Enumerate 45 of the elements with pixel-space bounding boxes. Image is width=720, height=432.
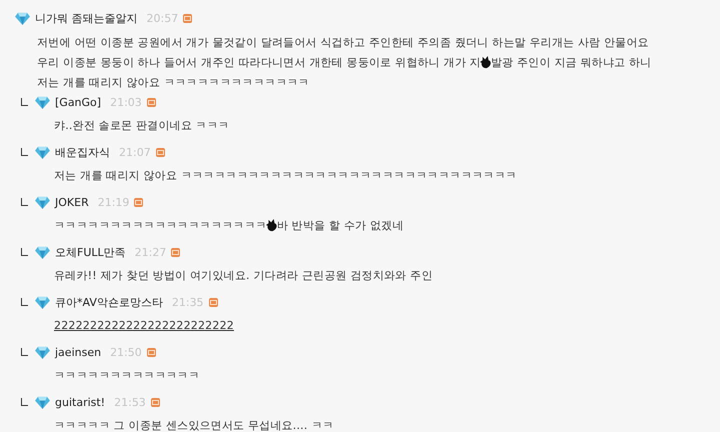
comment-text: 캬..완전 솔로몬 판결이네요 ㅋㅋㅋ (54, 118, 230, 132)
comment-text: 발광 주인이 지금 뭐하냐고 하니 (490, 54, 652, 70)
tag-icon (183, 14, 192, 22)
gem-icon (15, 12, 30, 24)
tag-icon (150, 398, 160, 406)
tag-icon (171, 248, 180, 256)
author-name[interactable]: guitarist! (55, 396, 106, 408)
comment-text: 바 반박을 할 수가 없겠네 (276, 218, 404, 232)
author-name[interactable]: jaeinsen (55, 346, 102, 358)
comment-text: 저는 개를 때리지 않아요 ㅋㅋㅋㅋㅋㅋㅋㅋㅋㅋㅋㅋㅋ (37, 74, 310, 90)
tag-icon (146, 98, 156, 106)
comment-text: 2222222222222222222222222 (54, 318, 234, 332)
tag-icon (134, 198, 144, 206)
reply-arrow-icon (21, 148, 28, 156)
gem-icon (35, 246, 50, 258)
ink-blot-icon (266, 218, 278, 232)
author-name[interactable]: 니가뭐 좀돼는줄알지 (35, 10, 138, 26)
tag-icon (146, 348, 156, 356)
comment-text: 저번에 어떤 이종분 공원에서 개가 물것같이 달려들어서 식겁하고 주인한테 주의좀 줬더니 하는말 우리개는 사람 안물어요 (37, 34, 649, 50)
reply-arrow-icon (21, 248, 28, 256)
tag-icon (208, 298, 218, 306)
comment-text: 저는 개를 때리지 않아요 ㅋㅋㅋㅋㅋㅋㅋㅋㅋㅋㅋㅋㅋㅋㅋㅋㅋㅋㅋㅋㅋㅋㅋㅋㅋㅋㅋㅋㅋㅋ (54, 168, 517, 182)
author-name[interactable]: 배운집자식 (55, 144, 110, 160)
author-name[interactable]: 오체FULL만족 (55, 244, 126, 260)
gem-icon (35, 346, 50, 358)
gem-icon (35, 296, 50, 308)
comment-text: ㅋㅋㅋㅋㅋㅋㅋㅋㅋㅋㅋㅋㅋㅋㅋㅋㅋㅋㅋ (54, 218, 267, 232)
tag-icon (156, 148, 165, 156)
comment-text: ㅋㅋㅋㅋㅋㅋㅋㅋㅋㅋㅋㅋㅋ (54, 368, 200, 382)
ink-blot-icon (480, 55, 492, 69)
gem-icon (35, 196, 50, 208)
reply-arrow-icon (21, 398, 28, 406)
author-name[interactable]: 큐아*AV악숀로망스타 (55, 294, 163, 310)
author-name[interactable]: JOKER (55, 196, 89, 208)
comment-text: 우리 이종분 몽둥이 하나 들어서 개주인 따라다니면서 개한테 몽둥이로 위협하니 개가 지 (37, 54, 481, 70)
comment-text: 유레카!! 제가 찾던 방법이 여기있네요. 기다려라 근린공원 검정치와와 주인 (54, 268, 432, 282)
author-name[interactable]: [GanGo] (55, 96, 102, 108)
reply-arrow-icon (21, 98, 28, 106)
reply-arrow-icon (21, 298, 28, 306)
reply-arrow-icon (21, 348, 28, 356)
gem-icon (35, 96, 50, 108)
gem-icon (35, 146, 50, 158)
gem-icon (35, 396, 50, 408)
comment-text: ㅋㅋㅋㅋㅋ 그 이종분 센스있으면서도 무섭네요.... ㅋㅋ (54, 418, 334, 432)
reply-arrow-icon (21, 198, 28, 206)
